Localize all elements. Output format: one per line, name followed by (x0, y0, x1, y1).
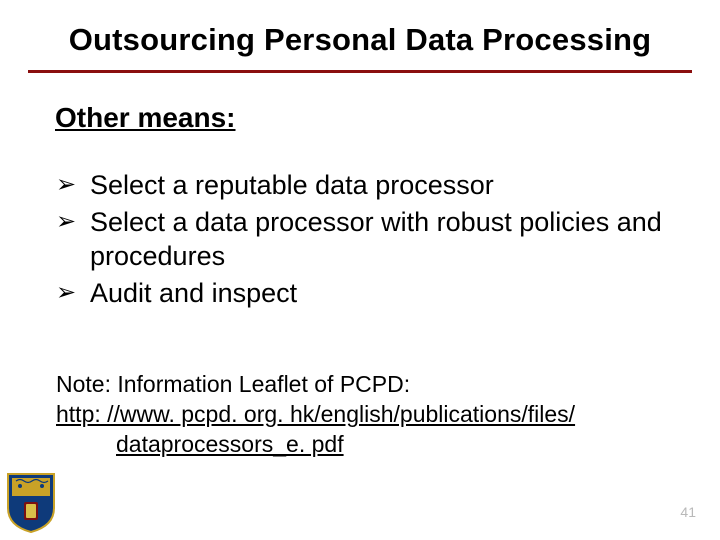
bullet-arrow-icon: ➢ (56, 276, 90, 310)
title-underline (28, 70, 692, 73)
list-item: ➢ Select a data processor with robust po… (56, 205, 676, 274)
note-link-line2[interactable]: dataprocessors_e. pdf (56, 430, 676, 460)
list-item: ➢ Select a reputable data processor (56, 168, 676, 203)
list-item: ➢ Audit and inspect (56, 276, 676, 311)
list-item-text: Audit and inspect (90, 276, 676, 311)
list-item-text: Select a reputable data processor (90, 168, 676, 203)
slide-title: Outsourcing Personal Data Processing (0, 22, 720, 58)
slide: Outsourcing Personal Data Processing Oth… (0, 0, 720, 540)
bullet-list: ➢ Select a reputable data processor ➢ Se… (56, 168, 676, 312)
bullet-arrow-icon: ➢ (56, 205, 90, 239)
subheading: Other means: (55, 102, 236, 134)
page-number: 41 (680, 504, 696, 520)
note-label: Note: Information Leaflet of PCPD: (56, 370, 676, 400)
note-link-line1[interactable]: http: //www. pcpd. org. hk/english/publi… (56, 401, 575, 427)
list-item-text: Select a data processor with robust poli… (90, 205, 676, 274)
note-block: Note: Information Leaflet of PCPD: http:… (56, 370, 676, 460)
bullet-arrow-icon: ➢ (56, 168, 90, 202)
university-crest-icon (6, 472, 56, 534)
